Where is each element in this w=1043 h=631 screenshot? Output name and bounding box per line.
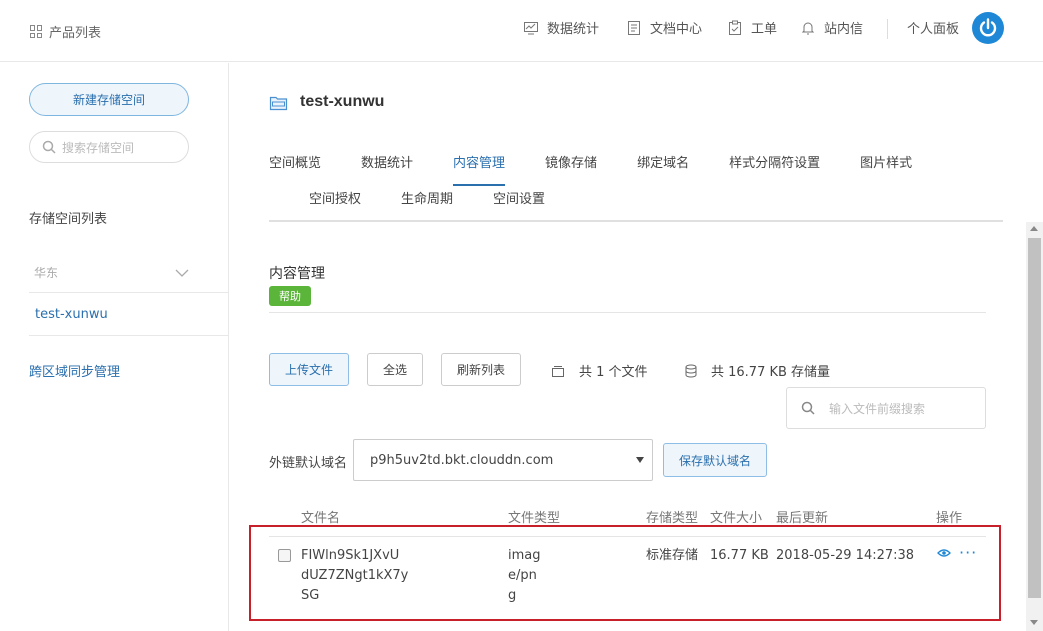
nav-ticket[interactable]: 工单	[727, 18, 777, 37]
col-header-updated: 最后更新	[776, 511, 829, 526]
storage-size-text: 共 16.77 KB 存储量	[711, 365, 831, 380]
tabs-divider	[269, 220, 1003, 222]
tabs-row-1: 空间概览 数据统计 内容管理 镜像存储 绑定域名 样式分隔符设置 图片样式	[269, 150, 952, 186]
nav-docs[interactable]: 文档中心	[626, 18, 702, 37]
select-all-button[interactable]: 全选	[367, 353, 423, 386]
nav-label: 文档中心	[650, 22, 703, 37]
section-title: 内容管理	[269, 266, 325, 282]
power-icon	[979, 18, 997, 37]
scroll-up-arrow[interactable]	[1030, 226, 1038, 231]
cross-region-sync-link[interactable]: 跨区域同步管理	[29, 361, 120, 380]
page-title-row: test-xunwu	[269, 93, 384, 111]
file-prefix-search-input[interactable]: 输入文件前缀搜索	[786, 387, 986, 429]
region-dropdown[interactable]: 华东	[29, 253, 229, 293]
storage-size: 共 16.77 KB 存储量	[685, 361, 830, 380]
tab-overview[interactable]: 空间概览	[269, 150, 321, 186]
region-label: 华东	[34, 266, 59, 280]
file-search-placeholder: 输入文件前缀搜索	[829, 401, 926, 416]
database-icon	[685, 364, 697, 378]
file-count: 共 1 个文件	[551, 361, 648, 380]
nav-divider	[887, 19, 888, 39]
section-divider	[269, 312, 986, 313]
col-header-filesize: 文件大小	[710, 511, 763, 526]
highlight-box	[249, 525, 1001, 621]
caret-down-icon	[636, 457, 644, 463]
folder-icon	[551, 364, 565, 378]
tab-data-stats[interactable]: 数据统计	[361, 150, 413, 186]
product-list-label: 产品列表	[49, 26, 102, 41]
sidebar: 新建存储空间 搜索存储空间 存储空间列表 华东 test-xunwu 跨区域同步…	[0, 63, 229, 631]
tabs-row-2: 空间授权 生命周期 空间设置	[309, 186, 585, 220]
search-icon	[801, 401, 815, 415]
file-count-text: 共 1 个文件	[579, 365, 648, 380]
tab-bind-domain[interactable]: 绑定域名	[637, 150, 689, 186]
scroll-down-arrow[interactable]	[1030, 620, 1038, 625]
nav-data-stats[interactable]: 数据统计	[523, 18, 599, 37]
nav-label: 数据统计	[547, 22, 600, 37]
tab-style-separator[interactable]: 样式分隔符设置	[729, 150, 820, 186]
personal-panel-label: 个人面板	[907, 22, 960, 37]
search-icon	[42, 140, 56, 154]
default-domain-value: p9h5uv2td.bkt.clouddn.com	[370, 452, 554, 468]
scrollbar[interactable]	[1026, 222, 1043, 631]
avatar[interactable]	[972, 12, 1004, 44]
product-list-menu[interactable]: 产品列表	[30, 22, 101, 41]
col-header-storage-type: 存储类型	[646, 511, 699, 526]
tab-mirror-storage[interactable]: 镜像存储	[545, 150, 597, 186]
col-header-actions: 操作	[936, 511, 963, 526]
personal-panel-link[interactable]: 个人面板	[907, 18, 959, 37]
top-bar: 产品列表 数据统计 文档中心 工单 站内信 个人面板	[0, 0, 1043, 62]
document-icon	[626, 20, 642, 36]
bell-icon	[800, 20, 816, 36]
tab-content-management[interactable]: 内容管理	[453, 150, 506, 186]
bucket-icon	[269, 96, 288, 111]
tab-authorization[interactable]: 空间授权	[309, 186, 361, 220]
nav-label: 站内信	[824, 22, 864, 37]
upload-file-button[interactable]: 上传文件	[269, 353, 349, 386]
bucket-search-input[interactable]: 搜索存储空间	[29, 131, 189, 163]
save-default-domain-button[interactable]: 保存默认域名	[663, 443, 767, 477]
new-bucket-button[interactable]: 新建存储空间	[29, 83, 189, 116]
default-domain-label: 外链默认域名	[269, 456, 348, 471]
nav-messages[interactable]: 站内信	[800, 18, 863, 37]
clipboard-icon	[727, 20, 743, 36]
sidebar-item-test-xunwu[interactable]: test-xunwu	[29, 293, 229, 336]
tab-lifecycle[interactable]: 生命周期	[401, 186, 453, 220]
col-header-filetype: 文件类型	[508, 511, 561, 526]
nav-label: 工单	[751, 22, 778, 37]
tab-image-style[interactable]: 图片样式	[860, 150, 912, 186]
grid-icon	[30, 25, 43, 38]
refresh-list-button[interactable]: 刷新列表	[441, 353, 521, 386]
col-header-filename: 文件名	[301, 511, 341, 526]
help-badge[interactable]: 帮助	[269, 286, 311, 306]
page-title: test-xunwu	[300, 93, 385, 110]
bucket-list-title: 存储空间列表	[29, 212, 108, 227]
scrollbar-thumb[interactable]	[1028, 238, 1041, 598]
chevron-down-icon	[175, 269, 189, 277]
bucket-search-placeholder: 搜索存储空间	[62, 140, 135, 155]
default-domain-select[interactable]: p9h5uv2td.bkt.clouddn.com	[353, 439, 653, 481]
tab-settings[interactable]: 空间设置	[493, 186, 545, 220]
chart-icon	[523, 20, 539, 36]
